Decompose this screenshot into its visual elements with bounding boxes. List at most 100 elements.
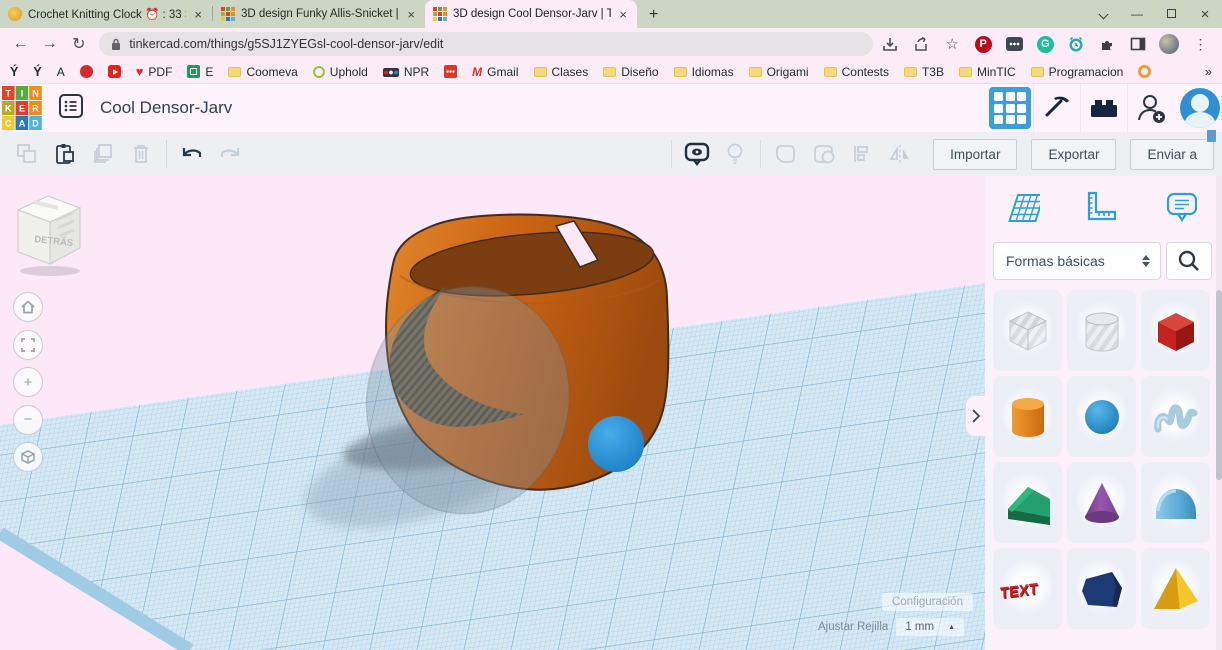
tab-search-chevron-icon[interactable] bbox=[1086, 7, 1120, 21]
bookmarks-overflow-icon[interactable]: » bbox=[1205, 64, 1212, 79]
download-icon[interactable] bbox=[877, 35, 904, 53]
perspective-toggle-button[interactable] bbox=[13, 442, 43, 472]
zoom-in-button[interactable]: + bbox=[13, 367, 43, 397]
send-to-button[interactable]: Enviar a bbox=[1130, 139, 1214, 170]
address-bar[interactable]: tinkercad.com/things/g5SJ1ZYEGsl-cool-de… bbox=[99, 32, 872, 56]
home-view-button[interactable] bbox=[13, 292, 43, 322]
invite-person-button[interactable] bbox=[1127, 84, 1174, 132]
bookmark-mega[interactable] bbox=[80, 65, 93, 78]
shape-tile-roof[interactable] bbox=[993, 462, 1062, 543]
copy-button[interactable] bbox=[8, 136, 46, 172]
shape-tile-polygon[interactable] bbox=[1067, 548, 1136, 629]
close-window-button[interactable]: × bbox=[1188, 6, 1222, 23]
ruler-tool-icon[interactable] bbox=[1079, 186, 1123, 230]
pinterest-extension-icon[interactable]: P bbox=[970, 36, 997, 53]
mirror-flip-button[interactable] bbox=[881, 136, 919, 172]
bookmark-diseno[interactable]: Diseño bbox=[603, 65, 658, 79]
3d-viewport[interactable] bbox=[0, 176, 985, 650]
bookmark-idiomas[interactable]: Idiomas bbox=[674, 65, 734, 79]
browser-menu-icon[interactable]: ⋮ bbox=[1187, 36, 1214, 53]
bookmark-red-dots[interactable] bbox=[444, 65, 457, 78]
export-button[interactable]: Exportar bbox=[1031, 139, 1116, 170]
shape-tile-scribble[interactable] bbox=[1141, 376, 1210, 457]
account-avatar[interactable] bbox=[1180, 88, 1220, 128]
shape-tile-box[interactable] bbox=[1141, 290, 1210, 371]
fit-view-button[interactable] bbox=[13, 330, 43, 360]
close-tab-icon[interactable]: × bbox=[405, 7, 417, 22]
bookmark-sheets-e[interactable]: E bbox=[187, 65, 213, 79]
ungroup-button[interactable] bbox=[805, 136, 843, 172]
search-shapes-button[interactable] bbox=[1166, 242, 1212, 280]
paste-button[interactable] bbox=[46, 136, 84, 172]
design-title[interactable]: Cool Densor-Jarv bbox=[100, 98, 232, 118]
bookmark-mintic[interactable]: MinTIC bbox=[959, 65, 1016, 79]
redo-button[interactable] bbox=[211, 136, 249, 172]
bookmark-y1[interactable]: Ý bbox=[10, 65, 18, 79]
sphere-object[interactable] bbox=[588, 416, 644, 472]
snap-grid-select[interactable]: 1 mm▲ bbox=[896, 618, 964, 636]
notes-tool-icon[interactable] bbox=[1160, 186, 1204, 230]
new-tab-button[interactable]: + bbox=[637, 6, 670, 28]
bookmark-youtube[interactable] bbox=[108, 65, 121, 78]
shape-tile-cone[interactable] bbox=[1067, 462, 1136, 543]
grammarly-extension-icon[interactable]: G bbox=[1032, 36, 1059, 53]
minimize-button[interactable]: — bbox=[1120, 7, 1154, 21]
tab-funky-allis-snicket[interactable]: 3D design Funky Allis-Snicket | T × bbox=[213, 0, 425, 28]
maximize-button[interactable] bbox=[1154, 7, 1188, 21]
bookmark-orange-ring[interactable] bbox=[1138, 65, 1151, 78]
back-button[interactable]: ← bbox=[8, 35, 33, 53]
bookmark-t3b[interactable]: T3B bbox=[904, 65, 944, 79]
bookmark-clases[interactable]: Clases bbox=[534, 65, 589, 79]
bricks-button[interactable] bbox=[1080, 84, 1127, 132]
extensions-puzzle-icon[interactable] bbox=[1094, 35, 1121, 53]
shape-category-select[interactable]: Formas básicas bbox=[993, 242, 1161, 280]
bookmark-uphold[interactable]: Uphold bbox=[313, 65, 368, 79]
minecraft-pickaxe-button[interactable] bbox=[1033, 84, 1080, 132]
lightbulb-button[interactable] bbox=[716, 136, 754, 172]
shape-tile-hole-box[interactable] bbox=[993, 290, 1062, 371]
zoom-out-button[interactable]: − bbox=[13, 405, 43, 435]
design-menu-icon[interactable] bbox=[58, 93, 84, 124]
workplane-tool-icon[interactable] bbox=[997, 186, 1041, 230]
forward-button[interactable]: → bbox=[37, 35, 62, 53]
bookmark-star-icon[interactable]: ☆ bbox=[939, 35, 966, 53]
undo-button[interactable] bbox=[173, 136, 211, 172]
import-button[interactable]: Importar bbox=[933, 139, 1017, 170]
group-button[interactable] bbox=[767, 136, 805, 172]
tab-crochet-clock[interactable]: Crochet Knitting Clock ⏰ : 33 St × bbox=[0, 0, 212, 28]
bookmark-coomeva[interactable]: Coomeva bbox=[228, 65, 297, 79]
shape-tile-sphere[interactable] bbox=[1067, 376, 1136, 457]
bookmark-pdf[interactable]: ♥PDF bbox=[136, 65, 173, 79]
delete-button[interactable] bbox=[122, 136, 160, 172]
duplicate-button[interactable] bbox=[84, 136, 122, 172]
shape-tile-pyramid[interactable] bbox=[1141, 548, 1210, 629]
side-panel-icon[interactable] bbox=[1125, 35, 1152, 53]
close-tab-icon[interactable]: × bbox=[617, 7, 629, 22]
align-button[interactable] bbox=[843, 136, 881, 172]
shape-tile-text[interactable]: TEXTTEXT bbox=[993, 548, 1062, 629]
bookmark-contests[interactable]: Contests bbox=[824, 65, 889, 79]
profile-avatar[interactable] bbox=[1156, 34, 1183, 54]
alarm-clock-extension-icon[interactable] bbox=[1063, 35, 1090, 53]
shape-tile-cylinder[interactable] bbox=[993, 376, 1062, 457]
bookmark-gmail[interactable]: MGmail bbox=[472, 65, 518, 79]
shape-tile-round-roof[interactable] bbox=[1141, 462, 1210, 543]
share-icon[interactable] bbox=[908, 35, 935, 53]
settings-button[interactable]: Configuración bbox=[882, 593, 973, 611]
card-extension-icon[interactable] bbox=[1001, 37, 1028, 51]
panel-collapse-handle[interactable] bbox=[965, 395, 985, 437]
bookmark-npr[interactable]: NPR bbox=[383, 65, 429, 79]
shape-tile-hole-cylinder[interactable] bbox=[1067, 290, 1136, 371]
bookmark-y2[interactable]: Ý bbox=[33, 65, 41, 79]
close-tab-icon[interactable]: × bbox=[192, 7, 204, 22]
panel-scrollbar[interactable] bbox=[1216, 176, 1222, 650]
view-cube[interactable]: DETRÁS bbox=[8, 184, 96, 283]
bookmark-a[interactable]: A bbox=[57, 65, 65, 79]
scrollbar-thumb[interactable] bbox=[1216, 290, 1222, 480]
bookmark-origami[interactable]: Origami bbox=[749, 65, 809, 79]
notes-comment-button[interactable] bbox=[678, 136, 716, 172]
tab-cool-densor-jarv[interactable]: 3D design Cool Densor-Jarv | Tin × bbox=[425, 0, 637, 28]
dashboard-grid-button[interactable] bbox=[989, 87, 1031, 129]
bookmark-programacion[interactable]: Programacion bbox=[1031, 65, 1124, 79]
tinkercad-logo[interactable]: TIN KER CAD bbox=[2, 86, 42, 130]
